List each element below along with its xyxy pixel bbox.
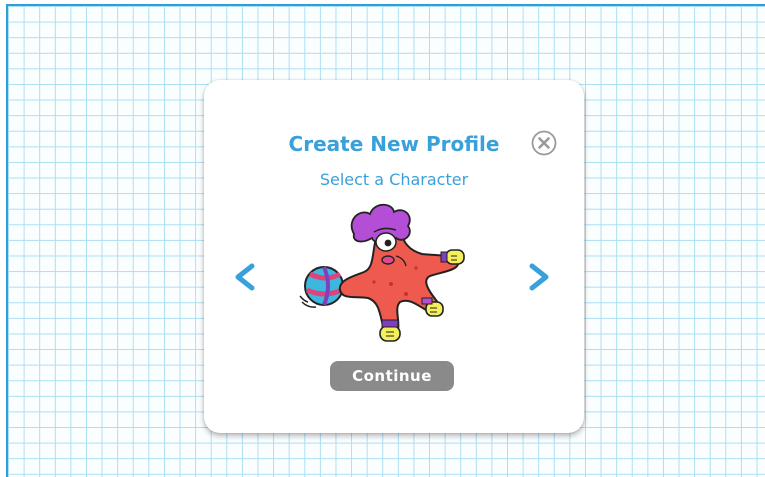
next-character-button[interactable]	[524, 260, 554, 294]
dialog-title: Create New Profile	[288, 132, 500, 156]
previous-character-button[interactable]	[230, 260, 260, 294]
dialog-subtitle: Select a Character	[319, 170, 469, 189]
continue-button[interactable]: Continue	[330, 361, 454, 391]
cropped-top-heading	[330, 0, 430, 4]
create-profile-dialog: Create New Profile Select a Character Co…	[204, 80, 584, 433]
app-stage: Create New Profile Select a Character Co…	[0, 0, 765, 477]
ball	[299, 266, 344, 308]
shoe-right	[440, 249, 465, 265]
close-button[interactable]	[531, 130, 557, 156]
shoe-bottom	[379, 319, 401, 342]
close-icon	[531, 130, 557, 156]
chevron-left-icon	[235, 263, 255, 291]
character-preview	[296, 198, 486, 348]
starfish-character-image	[299, 203, 465, 342]
chevron-right-icon	[529, 263, 549, 291]
